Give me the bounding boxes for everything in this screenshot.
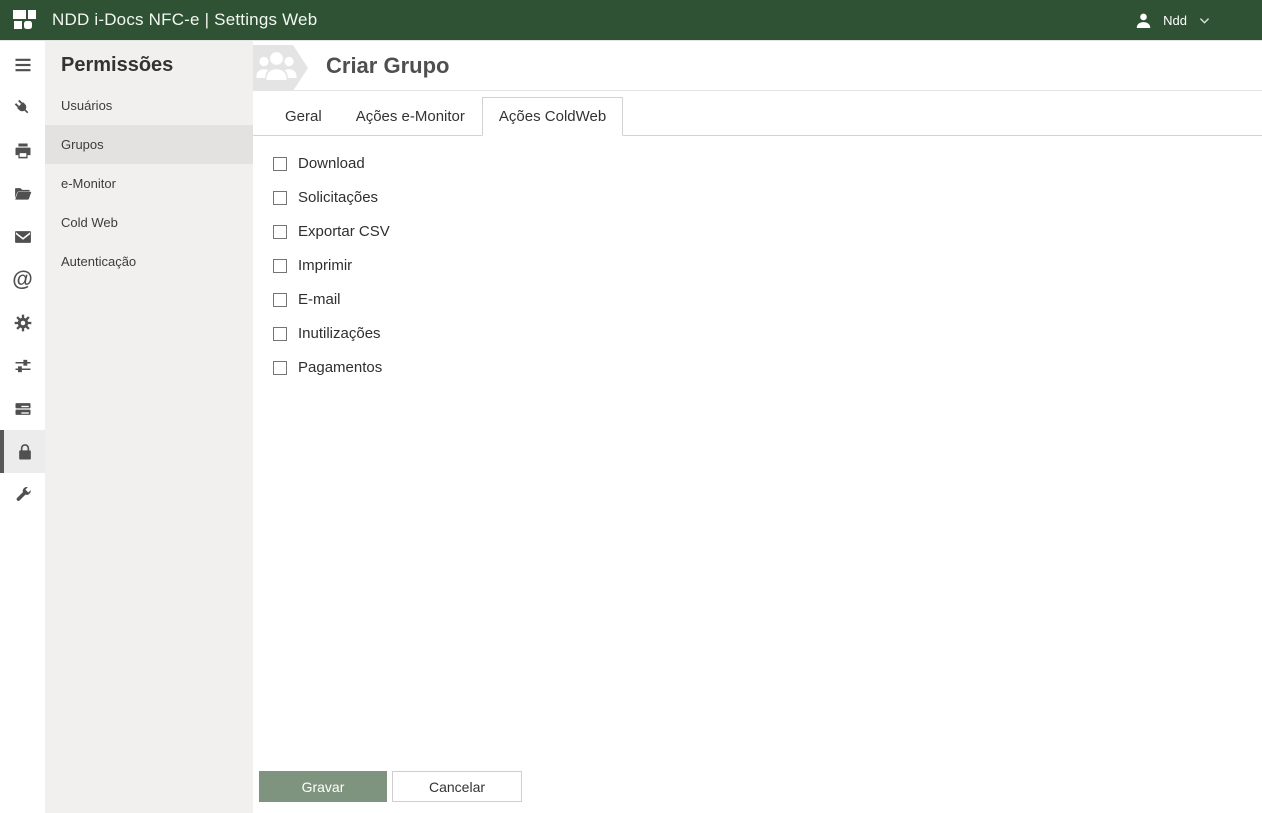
app-logo-grid-icon[interactable] <box>13 9 38 31</box>
server-stack-icon <box>13 399 33 419</box>
checkbox-row-exportar-csv: Exportar CSV <box>273 223 1242 240</box>
sidebar-item-autenticacao[interactable]: Autenticação <box>45 242 253 281</box>
envelope-icon <box>13 227 33 247</box>
user-icon <box>1134 11 1153 30</box>
checkbox-label: E-mail <box>298 291 341 308</box>
checkbox-label: Imprimir <box>298 257 353 274</box>
rail-item-printers[interactable] <box>0 129 45 172</box>
app-header: NDD i-Docs NFC-e | Settings Web Ndd <box>0 0 1262 40</box>
checkbox-email[interactable] <box>273 292 287 307</box>
printer-icon <box>13 141 33 161</box>
page-header: Criar Grupo <box>253 41 1262 91</box>
group-people-icon <box>253 44 310 91</box>
rail-item-connections[interactable] <box>0 86 45 129</box>
checkbox-label: Pagamentos <box>298 359 383 376</box>
plug-icon <box>13 98 33 118</box>
checkbox-label: Solicitações <box>298 189 379 206</box>
main-panel: Criar Grupo Geral Ações e-Monitor Ações … <box>253 41 1262 813</box>
checkbox-label: Download <box>298 155 365 172</box>
rail-item-files[interactable] <box>0 172 45 215</box>
tab-acoes-coldweb[interactable]: Ações ColdWeb <box>481 97 624 136</box>
user-name: Ndd <box>1163 12 1187 28</box>
form-footer: Gravar Cancelar <box>253 771 1262 813</box>
sidebar-item-usuarios[interactable]: Usuários <box>45 86 253 125</box>
checkbox-row-download: Download <box>273 155 1242 172</box>
wrench-icon <box>13 485 33 505</box>
sidebar-title: Permissões <box>61 54 174 76</box>
rail-item-tools[interactable] <box>0 473 45 516</box>
save-button[interactable]: Gravar <box>259 771 387 802</box>
checkbox-row-email: E-mail <box>273 291 1242 308</box>
gear-icon <box>13 313 33 333</box>
at-icon: @ <box>12 268 33 291</box>
checkbox-row-inutilizacoes: Inutilizações <box>273 325 1242 342</box>
sidebar-item-emonitor[interactable]: e-Monitor <box>45 164 253 203</box>
tab-bar: Geral Ações e-Monitor Ações ColdWeb <box>253 97 1262 136</box>
checkbox-solicitacoes[interactable] <box>273 190 287 205</box>
sidebar-item-coldweb[interactable]: Cold Web <box>45 203 253 242</box>
user-menu[interactable]: Ndd <box>1134 11 1262 30</box>
chevron-down-icon <box>1197 13 1212 28</box>
checkbox-exportar-csv[interactable] <box>273 224 287 239</box>
rail-item-servers[interactable] <box>0 387 45 430</box>
sliders-icon <box>13 356 33 376</box>
hamburger-menu-icon <box>13 55 33 75</box>
checkbox-list: Download Solicitações Exportar CSV Impri… <box>253 136 1262 771</box>
checkbox-row-solicitacoes: Solicitações <box>273 189 1242 206</box>
permissions-sidebar: Permissões Usuários Grupos e-Monitor Col… <box>45 41 253 813</box>
lock-icon <box>15 442 35 462</box>
rail-item-settings[interactable] <box>0 301 45 344</box>
rail-menu-button[interactable] <box>0 43 45 86</box>
icon-rail: @ <box>0 41 45 813</box>
cancel-button[interactable]: Cancelar <box>392 771 522 802</box>
checkbox-row-imprimir: Imprimir <box>273 257 1242 274</box>
tab-acoes-emonitor[interactable]: Ações e-Monitor <box>339 97 482 135</box>
checkbox-inutilizacoes[interactable] <box>273 326 287 341</box>
rail-item-security[interactable] <box>0 430 45 473</box>
rail-item-preferences[interactable] <box>0 344 45 387</box>
checkbox-download[interactable] <box>273 156 287 171</box>
page-title: Criar Grupo <box>326 52 450 78</box>
tab-geral[interactable]: Geral <box>268 97 339 135</box>
rail-item-at[interactable]: @ <box>0 258 45 301</box>
app-window: NDD i-Docs NFC-e | Settings Web Ndd @ Pe… <box>0 0 1262 813</box>
sidebar-item-grupos[interactable]: Grupos <box>45 125 253 164</box>
checkbox-pagamentos[interactable] <box>273 360 287 375</box>
checkbox-label: Exportar CSV <box>298 223 390 240</box>
folder-open-icon <box>13 184 33 204</box>
rail-item-mail[interactable] <box>0 215 45 258</box>
checkbox-imprimir[interactable] <box>273 258 287 273</box>
checkbox-row-pagamentos: Pagamentos <box>273 359 1242 376</box>
app-title: NDD i-Docs NFC-e | Settings Web <box>52 10 318 29</box>
checkbox-label: Inutilizações <box>298 325 381 342</box>
